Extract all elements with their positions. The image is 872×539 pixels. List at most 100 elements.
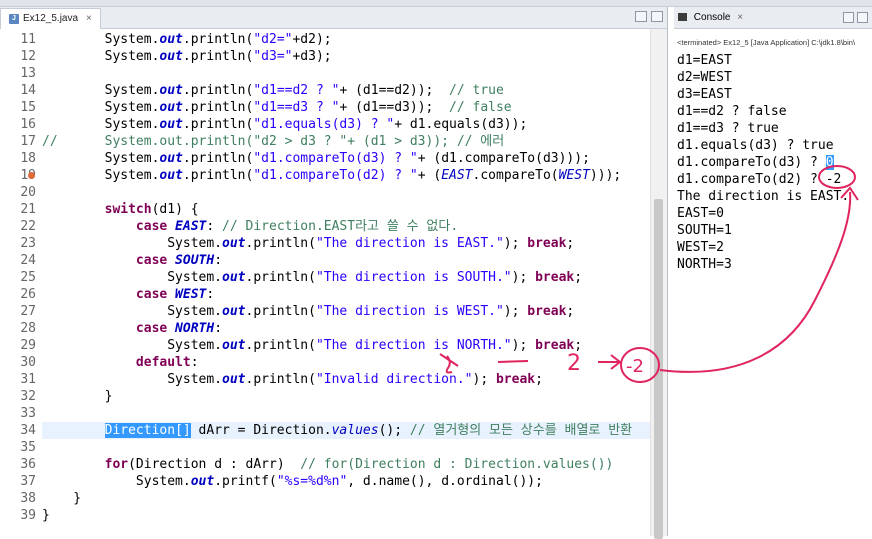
- editor-tab[interactable]: J Ex12_5.java ×: [0, 8, 101, 29]
- code-token: out: [222, 338, 246, 353]
- minimize-button[interactable]: [635, 11, 647, 22]
- line-number: 23: [20, 236, 36, 251]
- code-line[interactable]: System.out.println("The direction is WES…: [42, 303, 574, 320]
- code-line[interactable]: System.out.println("d1.compareTo(d2) ? "…: [42, 167, 629, 184]
- code-line[interactable]: default:: [42, 354, 199, 371]
- console-output-line: The direction is EAST.: [677, 188, 849, 205]
- top-toolbar: [0, 0, 872, 7]
- code-token: ;: [574, 338, 583, 353]
- console-text: SOUTH=1: [677, 223, 732, 238]
- code-line[interactable]: Direction[] dArr = Direction.values(); /…: [42, 422, 632, 439]
- code-line[interactable]: }: [42, 388, 113, 405]
- code-token: case: [135, 321, 168, 336]
- code-line[interactable]: case SOUTH:: [42, 252, 222, 269]
- code-token: ;: [566, 236, 575, 251]
- line-number: 25: [20, 270, 36, 285]
- line-number: 29: [20, 338, 36, 353]
- code-line[interactable]: System.out.println("d1.equals(d3) ? "+ d…: [42, 116, 528, 133]
- code-token: "d1==d2 ? ": [253, 83, 340, 98]
- code-token: "%s=%d%n": [276, 474, 348, 489]
- code-token: "The direction is NORTH.": [315, 338, 512, 353]
- scrollbar-thumb[interactable]: [654, 199, 663, 539]
- code-token: .println(: [182, 83, 254, 98]
- code-token: );: [503, 236, 528, 251]
- console-tab-label[interactable]: Console: [694, 12, 731, 23]
- line-number: 37: [20, 474, 36, 489]
- code-token: System.: [42, 168, 160, 183]
- code-token: // true: [449, 83, 504, 98]
- code-token: :: [214, 253, 223, 268]
- line-number: 13: [20, 66, 36, 81]
- console-view: Console × <terminated> Ex12_5 [Java Appl…: [674, 7, 872, 536]
- code-line[interactable]: for(Direction d : dArr) // for(Direction…: [42, 456, 614, 473]
- editor-tab-bar: J Ex12_5.java ×: [0, 7, 667, 29]
- code-line[interactable]: case EAST: // Direction.EAST라고 쓸 수 없다.: [42, 218, 458, 235]
- code-token: System.: [42, 304, 223, 319]
- code-token: System.: [42, 151, 160, 166]
- console-text: EAST=0: [677, 206, 724, 221]
- maximize-button[interactable]: [651, 11, 663, 22]
- code-token: Direction[]: [104, 423, 191, 438]
- code-token: }: [42, 389, 113, 404]
- code-token: switch: [104, 202, 152, 217]
- close-tab-icon[interactable]: ×: [86, 9, 92, 29]
- line-number: 24: [20, 253, 36, 268]
- code-token: System.: [42, 236, 223, 251]
- code-token: "d1==d3 ? ": [253, 100, 340, 115]
- code-line[interactable]: // System.out.println("d2 > d3 ? "+ (d1 …: [42, 133, 504, 150]
- console-text: d3=EAST: [677, 87, 732, 102]
- code-token: out: [159, 100, 183, 115]
- code-token: .println(: [182, 151, 254, 166]
- code-line[interactable]: System.out.println("Invalid direction.")…: [42, 371, 543, 388]
- code-token: out: [222, 270, 246, 285]
- line-number: 26: [20, 287, 36, 302]
- close-console-icon[interactable]: ×: [737, 12, 743, 23]
- console-text: d2=WEST: [677, 70, 732, 85]
- code-line[interactable]: System.out.println("The direction is SOU…: [42, 269, 582, 286]
- code-token: System.: [42, 117, 160, 132]
- code-token: WEST: [558, 168, 590, 183]
- code-line[interactable]: }: [42, 490, 81, 507]
- code-line[interactable]: switch(d1) {: [42, 201, 199, 218]
- code-token: EAST: [167, 219, 207, 234]
- code-token: SOUTH: [167, 253, 215, 268]
- code-token: (d1) {: [151, 202, 199, 217]
- code-line[interactable]: System.out.println("d3="+d3);: [42, 48, 332, 65]
- code-token: .println(: [245, 236, 316, 251]
- code-line[interactable]: System.out.println("The direction is NOR…: [42, 337, 582, 354]
- console-maximize-button[interactable]: [857, 12, 868, 23]
- code-token: +d3);: [292, 49, 332, 64]
- editor-vertical-scrollbar[interactable]: [650, 29, 667, 539]
- code-line[interactable]: System.out.println("d1==d2 ? "+ (d1==d2)…: [42, 82, 504, 99]
- console-output-line: d1.compareTo(d2) ? -2: [677, 171, 841, 188]
- code-area[interactable]: System.out.println("d2="+d2); System.out…: [42, 29, 650, 536]
- code-line[interactable]: System.out.println("d1==d3 ? "+ (d1==d3)…: [42, 99, 512, 116]
- code-token: :: [214, 321, 223, 336]
- console-minimize-button[interactable]: [843, 12, 854, 23]
- java-editor[interactable]: J Ex12_5.java × 111213141516171819202122…: [0, 7, 668, 539]
- code-line[interactable]: case NORTH:: [42, 320, 222, 337]
- code-token: (Direction d : dArr): [128, 457, 301, 472]
- code-line[interactable]: }: [42, 507, 50, 524]
- code-token: .println(: [182, 100, 254, 115]
- code-line[interactable]: System.out.println("d1.compareTo(d3) ? "…: [42, 150, 590, 167]
- warning-marker-icon[interactable]: [28, 172, 35, 179]
- code-token: + (d1==d2));: [339, 83, 450, 98]
- code-line[interactable]: case WEST:: [42, 286, 214, 303]
- line-number: 22: [20, 219, 36, 234]
- editor-view-controls: [635, 11, 663, 22]
- code-token: // System.out.println("d2 > d3 ? "+ (d1 …: [42, 134, 505, 149]
- line-number: 36: [20, 457, 36, 472]
- line-number: 14: [20, 83, 36, 98]
- line-number: 33: [20, 406, 36, 421]
- code-token: );: [511, 338, 536, 353]
- code-token: out: [159, 151, 183, 166]
- code-token: System.: [42, 83, 160, 98]
- code-line[interactable]: System.out.println("d2="+d2);: [42, 31, 332, 48]
- code-line[interactable]: System.out.printf("%s=%d%n", d.name(), d…: [42, 473, 543, 490]
- console-text: d1==d2 ? false: [677, 104, 787, 119]
- code-token: case: [135, 219, 168, 234]
- code-token: "d1.equals(d3) ? ": [253, 117, 395, 132]
- code-line[interactable]: System.out.println("The direction is EAS…: [42, 235, 574, 252]
